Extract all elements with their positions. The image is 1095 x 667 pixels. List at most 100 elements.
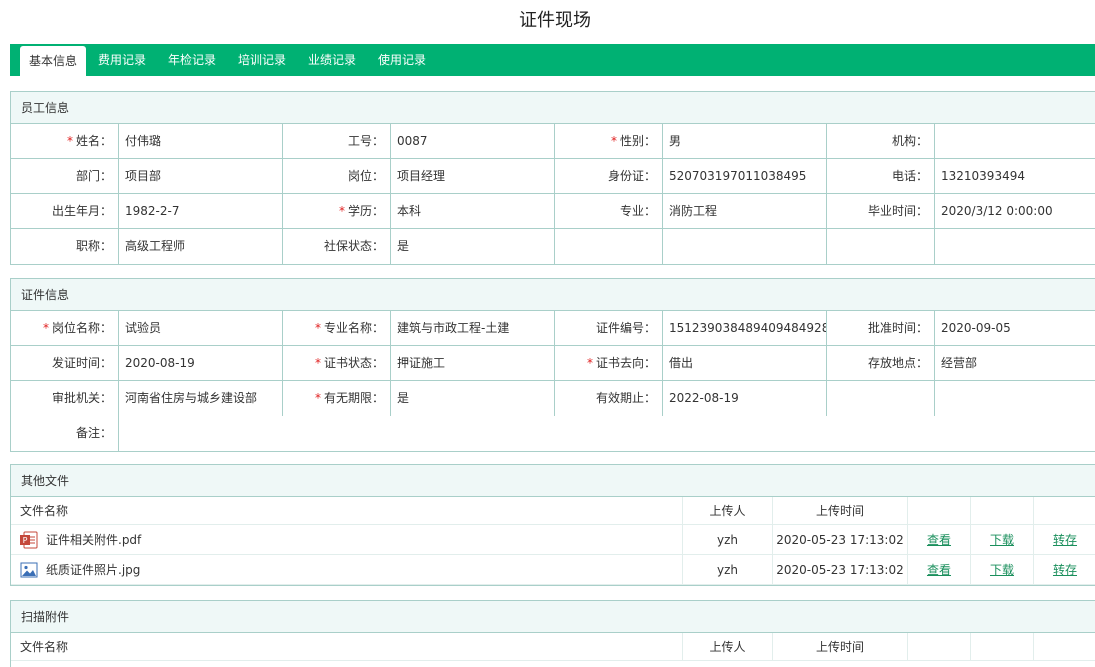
page-title: 证件现场 — [519, 10, 591, 31]
tab-fee-records[interactable]: 费用记录 — [90, 44, 154, 76]
field-label: 审批机关： — [11, 381, 119, 416]
field-value: 项目部 — [119, 159, 283, 194]
file-table-body: P 证件相关附件.pdf yzh 2020-05-23 17:13:02 查看 下载 转存纸… — [11, 525, 1095, 585]
view-link[interactable]: 查看 — [927, 531, 951, 548]
field-label: 发证时间： — [11, 346, 119, 381]
field-label: 工号： — [283, 124, 391, 159]
tab-bar: 基本信息 费用记录 年检记录 培训记录 业绩记录 使用记录 — [10, 44, 1095, 76]
tab-training-records[interactable]: 培训记录 — [230, 44, 294, 76]
certificate-info-panel: 证件信息 * 岗位名称： 试验员 * 专业名称： 建筑与市政工程-土建 证件编号： 15123… — [10, 278, 1095, 452]
required-mark: * — [338, 204, 345, 218]
scan-table-header: 文件名称 上传人 上传时间 — [11, 633, 1095, 661]
field-value: 高级工程师 — [119, 229, 283, 264]
required-mark: * — [66, 134, 73, 148]
field-value: 1982-2-7 — [119, 194, 283, 229]
field-label: * 专业名称： — [283, 311, 391, 346]
field-label — [555, 229, 663, 264]
field-label — [827, 229, 935, 264]
field-label — [827, 381, 935, 416]
field-label: * 证书去向： — [555, 346, 663, 381]
tab-annual-inspection[interactable]: 年检记录 — [160, 44, 224, 76]
col-uploader: 上传人 — [683, 633, 773, 660]
pdf-file-icon: P — [20, 531, 38, 549]
field-value: 男 — [663, 124, 827, 159]
certificate-info-title: 证件信息 — [11, 279, 1095, 311]
field-value: 2020-08-19 — [119, 346, 283, 381]
field-label: 身份证： — [555, 159, 663, 194]
other-files-title: 其他文件 — [11, 465, 1095, 497]
transfer-link[interactable]: 转存 — [1053, 561, 1077, 578]
employee-info-row: 职称： 高级工程师 社保状态：是 — [11, 229, 1095, 264]
required-mark: * — [610, 134, 617, 148]
employee-info-row: 出生年月： 1982-2-7 * 学历： 本科 专业： 消防工程 毕业时间： 2020/3/12… — [11, 194, 1095, 229]
field-label: 岗位： — [283, 159, 391, 194]
view-link[interactable]: 查看 — [927, 561, 951, 578]
file-table-header: 文件名称 上传人 上传时间 — [11, 497, 1095, 525]
remark-row: 备注： — [11, 416, 1095, 451]
field-value — [935, 124, 1095, 159]
field-value: 2020/3/12 0:00:00 — [941, 204, 1053, 218]
field-label: * 岗位名称： — [11, 311, 119, 346]
field-label: 证件编号： — [555, 311, 663, 346]
field-value: 是 — [391, 229, 555, 264]
col-file-name: 文件名称 — [11, 633, 683, 660]
field-value: 0087 — [391, 124, 555, 159]
file-name: 证件相关附件.pdf — [46, 533, 142, 547]
download-link[interactable]: 下载 — [990, 531, 1014, 548]
field-value: 借出 — [663, 346, 827, 381]
field-label: 部门： — [11, 159, 119, 194]
image-file-icon — [20, 561, 38, 579]
employee-info-row: * 姓名： 付伟璐 工号： 0087 * 性别：男机构： — [11, 124, 1095, 159]
field-value: 消防工程 — [663, 194, 827, 229]
file-upload-time: 2020-05-23 17:13:02 — [773, 525, 908, 554]
field-label: * 姓名： — [11, 124, 119, 159]
field-label: * 性别： — [555, 124, 663, 159]
transfer-link[interactable]: 转存 — [1053, 531, 1077, 548]
certificate-info-row: * 岗位名称： 试验员 * 专业名称： 建筑与市政工程-土建 证件编号： 1512390384… — [11, 311, 1095, 346]
remark-label: 备注： — [11, 416, 119, 451]
field-value — [935, 381, 1095, 416]
field-label: * 有无期限： — [283, 381, 391, 416]
file-row: 纸质证件照片.jpg yzh 2020-05-23 17:13:02 查看 下载 转存 — [11, 555, 1095, 585]
field-value: 押证施工 — [391, 346, 555, 381]
required-mark: * — [314, 391, 321, 405]
certificate-info-row: 发证时间： 2020-08-19 * 证书状态： 押证施工 * 证书去向： 借出 存放地点： 经营… — [11, 346, 1095, 381]
field-value: 付伟璐 — [119, 124, 283, 159]
field-value: 河南省住房与城乡建设部 — [119, 381, 283, 416]
field-label: 社保状态： — [283, 229, 391, 264]
field-value: 是 — [391, 381, 555, 416]
field-value: 151239038489409484928 — [663, 311, 827, 346]
required-mark: * — [42, 321, 49, 335]
field-value: 试验员 — [119, 311, 283, 346]
required-mark: * — [586, 356, 593, 370]
file-row: P 证件相关附件.pdf yzh 2020-05-23 17:13:02 查看 下载 转存 — [11, 525, 1095, 555]
field-label: 电话： — [827, 159, 935, 194]
scan-attachments-panel: 扫描附件 文件名称 上传人 上传时间 — [10, 600, 1095, 667]
field-label: 专业： — [555, 194, 663, 229]
field-value: 2020-09-05 — [941, 321, 1011, 335]
tab-usage-records[interactable]: 使用记录 — [370, 44, 434, 76]
certificate-info-row: 审批机关： 河南省住房与城乡建设部 * 有无期限：是有效期止： 2022-08-19 — [11, 381, 1095, 416]
field-value: 13210393494 — [941, 169, 1025, 183]
file-name-cell: P 证件相关附件.pdf — [11, 525, 683, 554]
file-upload-time: 2020-05-23 17:13:02 — [773, 555, 908, 584]
tab-performance-records[interactable]: 业绩记录 — [300, 44, 364, 76]
file-uploader: yzh — [683, 525, 773, 554]
required-mark: * — [314, 321, 321, 335]
download-link[interactable]: 下载 — [990, 561, 1014, 578]
field-label: * 学历： — [283, 194, 391, 229]
employee-info-title: 员工信息 — [11, 92, 1095, 124]
col-uploader: 上传人 — [683, 497, 773, 524]
file-name-cell: 纸质证件照片.jpg — [11, 555, 683, 584]
file-name: 纸质证件照片.jpg — [46, 563, 141, 577]
employee-info-panel: 员工信息 * 姓名： 付伟璐 工号： 0087 * 性别：男机构： 部门： 项目部 岗位： 项目经理… — [10, 91, 1095, 265]
field-value — [935, 229, 1095, 264]
tab-basic-info[interactable]: 基本信息 — [20, 46, 86, 76]
scan-attachments-title: 扫描附件 — [11, 601, 1095, 633]
field-value: 本科 — [391, 194, 555, 229]
remark-value — [119, 416, 1095, 451]
required-mark: * — [314, 356, 321, 370]
field-label: * 证书状态： — [283, 346, 391, 381]
field-value: 520703197011038495 — [663, 159, 827, 194]
field-value — [663, 229, 827, 264]
